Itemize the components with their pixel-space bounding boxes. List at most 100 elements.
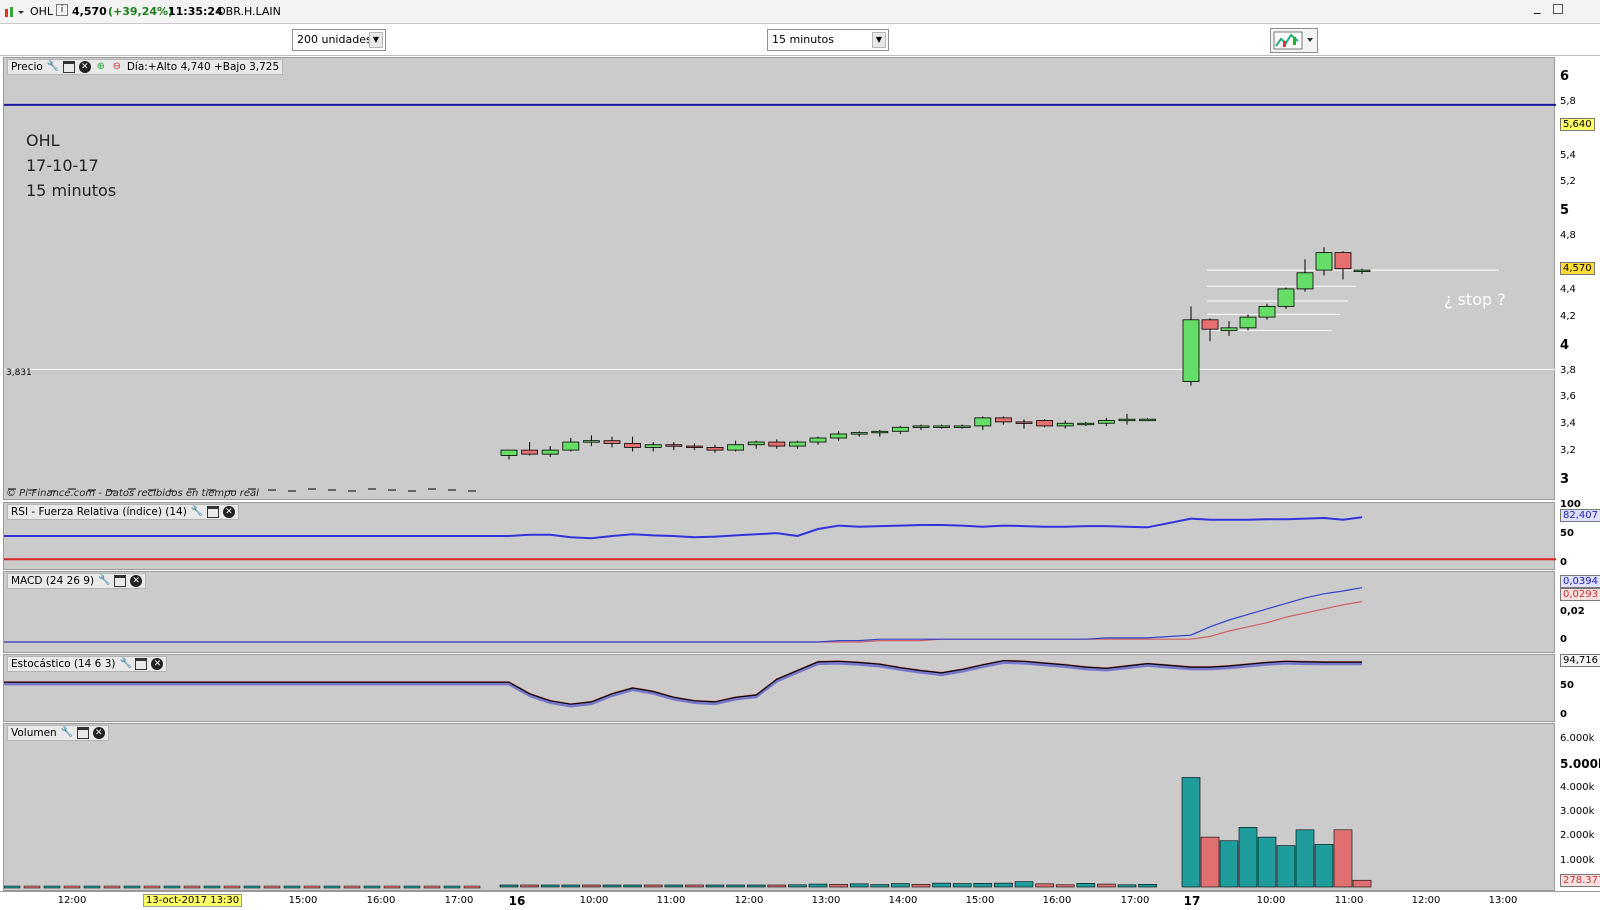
rsi-panel[interactable]: RSI - Fuerza Relativa (índice) (14) 🔧 ✕: [3, 502, 1556, 570]
price-tag: 5,640: [1560, 118, 1595, 132]
candle-body: [933, 425, 950, 428]
price-axis[interactable]: 6 5,8 5,4 5,2 5 4,8 4,4 4,2 4 3,8 3,6 3,4 3,2 3 5,640 4…: [1556, 57, 1600, 500]
volume-bar: [1014, 881, 1034, 888]
wrench-icon[interactable]: 🔧: [191, 506, 203, 518]
price-chart[interactable]: [4, 58, 1556, 501]
wrench-icon[interactable]: 🔧: [119, 658, 131, 670]
chart-annotation: OHL 17-10-17 15 minutos: [26, 128, 116, 203]
volume-bar: [1117, 884, 1137, 888]
chart-type-button[interactable]: [1270, 28, 1318, 53]
time-tick-label: 13:00: [1488, 895, 1518, 906]
window-icon[interactable]: [135, 658, 148, 670]
volume-bar: [932, 882, 951, 888]
stochastic-panel-header: Estocástico (14 6 3) 🔧 ✕: [7, 656, 168, 672]
chevron-down-icon[interactable]: ▼: [872, 32, 886, 48]
candle-body: [1277, 288, 1295, 307]
macd-axis[interactable]: 0,02 0 0,0394 0,0293: [1556, 571, 1600, 653]
volume-bar: [767, 884, 787, 888]
volume-bar: [1276, 845, 1296, 888]
time-tick-label: 10:00: [1256, 895, 1286, 906]
time-tick-label: 15:00: [288, 895, 318, 906]
volume-bar: [1181, 777, 1201, 888]
price-tick-label: 4,8: [1560, 230, 1576, 242]
remove-indicator-icon[interactable]: ⊖: [111, 61, 123, 73]
add-indicator-icon[interactable]: ⊕: [95, 61, 107, 73]
close-icon[interactable]: ✕: [151, 658, 164, 670]
price-tick-label: 3,6: [1560, 391, 1576, 403]
volume-bar: [1238, 827, 1258, 888]
interval-select[interactable]: 15 minutos ▼: [767, 29, 889, 51]
info-icon[interactable]: i: [56, 4, 68, 16]
stochastic-tick-label: 50: [1560, 680, 1574, 691]
annotation-line: 17-10-17: [26, 156, 99, 175]
price-panel[interactable]: Precio 🔧 ✕ ⊕ ⊖ Día:+Alto 4,740 +Bajo 3,7…: [3, 57, 1556, 501]
candle-body: [995, 417, 1012, 423]
volume-bar-flat: [363, 885, 381, 889]
chart-menu-icon[interactable]: [4, 5, 28, 22]
stochastic-tick-label: 0: [1560, 709, 1567, 720]
window-icon[interactable]: [62, 61, 75, 73]
candle-body: [541, 449, 559, 455]
candle-body: [603, 440, 621, 444]
window-icon[interactable]: [76, 727, 89, 739]
window-icon[interactable]: [206, 506, 219, 518]
volume-tick-label: 4.000k: [1560, 781, 1595, 793]
volume-bar: [664, 884, 684, 888]
annotation-line: 15 minutos: [26, 181, 117, 200]
price-tick-label: 5,4: [1560, 149, 1576, 161]
candle-body: [1220, 327, 1238, 331]
volume-bar: [1333, 829, 1353, 888]
stochastic-chart[interactable]: [4, 655, 1556, 723]
wrench-icon[interactable]: 🔧: [61, 727, 73, 739]
macd-chart[interactable]: [4, 572, 1556, 654]
window-icon[interactable]: [114, 575, 127, 587]
close-icon[interactable]: ✕: [92, 727, 105, 739]
macd-panel[interactable]: MACD (24 26 9) 🔧 ✕: [3, 571, 1555, 653]
level-label: 3,831: [6, 368, 32, 378]
close-icon[interactable]: ✕: [222, 506, 235, 518]
stochastic-panel-title: Estocástico (14 6 3): [11, 658, 116, 670]
volume-bar: [746, 884, 766, 888]
close-icon[interactable]: ✕: [130, 575, 143, 587]
time-tick-label: 11:00: [1334, 895, 1364, 906]
candle-body: [1036, 420, 1053, 427]
volume-bar-flat: [123, 885, 141, 889]
volume-bar: [952, 883, 972, 888]
price-tick-label: 3,8: [1560, 364, 1576, 376]
units-select[interactable]: 200 unidades ▼: [292, 29, 386, 51]
candle-body: [562, 441, 580, 451]
time-tick-label: 12:00: [734, 895, 764, 906]
volume-bar-flat: [23, 885, 41, 889]
volume-tick-label: 2.000k: [1560, 830, 1595, 842]
candle-body: [727, 444, 744, 451]
toolbar: 200 unidades ▼ 15 minutos ▼: [0, 25, 1600, 56]
volume-tick-label: 5.000k: [1560, 757, 1600, 772]
volume-bar-flat: [323, 885, 341, 889]
volume-chart[interactable]: [4, 724, 1556, 892]
stochastic-panel[interactable]: Estocástico (14 6 3) 🔧 ✕: [3, 654, 1555, 722]
time-tick-label: 16:00: [1042, 895, 1072, 906]
watermark: © Pi-Finance.com - Datos recibidos en ti…: [6, 488, 259, 499]
chevron-down-icon[interactable]: ▼: [369, 32, 383, 48]
candle-body: [624, 442, 641, 448]
volume-bar-flat: [43, 885, 61, 889]
volume-panel[interactable]: Volumen 🔧 ✕: [3, 723, 1555, 891]
candle-body: [521, 449, 538, 455]
macd-tick-label: 0: [1560, 634, 1567, 645]
units-select-value: 200 unidades: [297, 33, 372, 46]
account-label: OBR.H.LAIN: [217, 5, 281, 18]
price-tick-label: 4,4: [1560, 283, 1576, 295]
volume-bar: [1295, 829, 1315, 888]
volume-bar: [891, 883, 910, 888]
stochastic-axis[interactable]: 50 0 94,716: [1556, 654, 1600, 722]
rsi-axis[interactable]: 100 50 0 82,407: [1556, 499, 1600, 570]
volume-axis[interactable]: 6.000k 5.000k 4.000k 3.000k 2.000k 1.000k 278.…: [1556, 723, 1600, 891]
wrench-icon[interactable]: 🔧: [98, 575, 110, 587]
time-tick-label: 10:00: [579, 895, 609, 906]
minimize-button[interactable]: _: [1534, 0, 1541, 15]
volume-bar: [540, 884, 560, 888]
maximize-button[interactable]: [1553, 4, 1563, 14]
wrench-icon[interactable]: 🔧: [47, 61, 59, 73]
close-icon[interactable]: ✕: [78, 61, 91, 73]
price-tick-label: 3,4: [1560, 418, 1576, 430]
